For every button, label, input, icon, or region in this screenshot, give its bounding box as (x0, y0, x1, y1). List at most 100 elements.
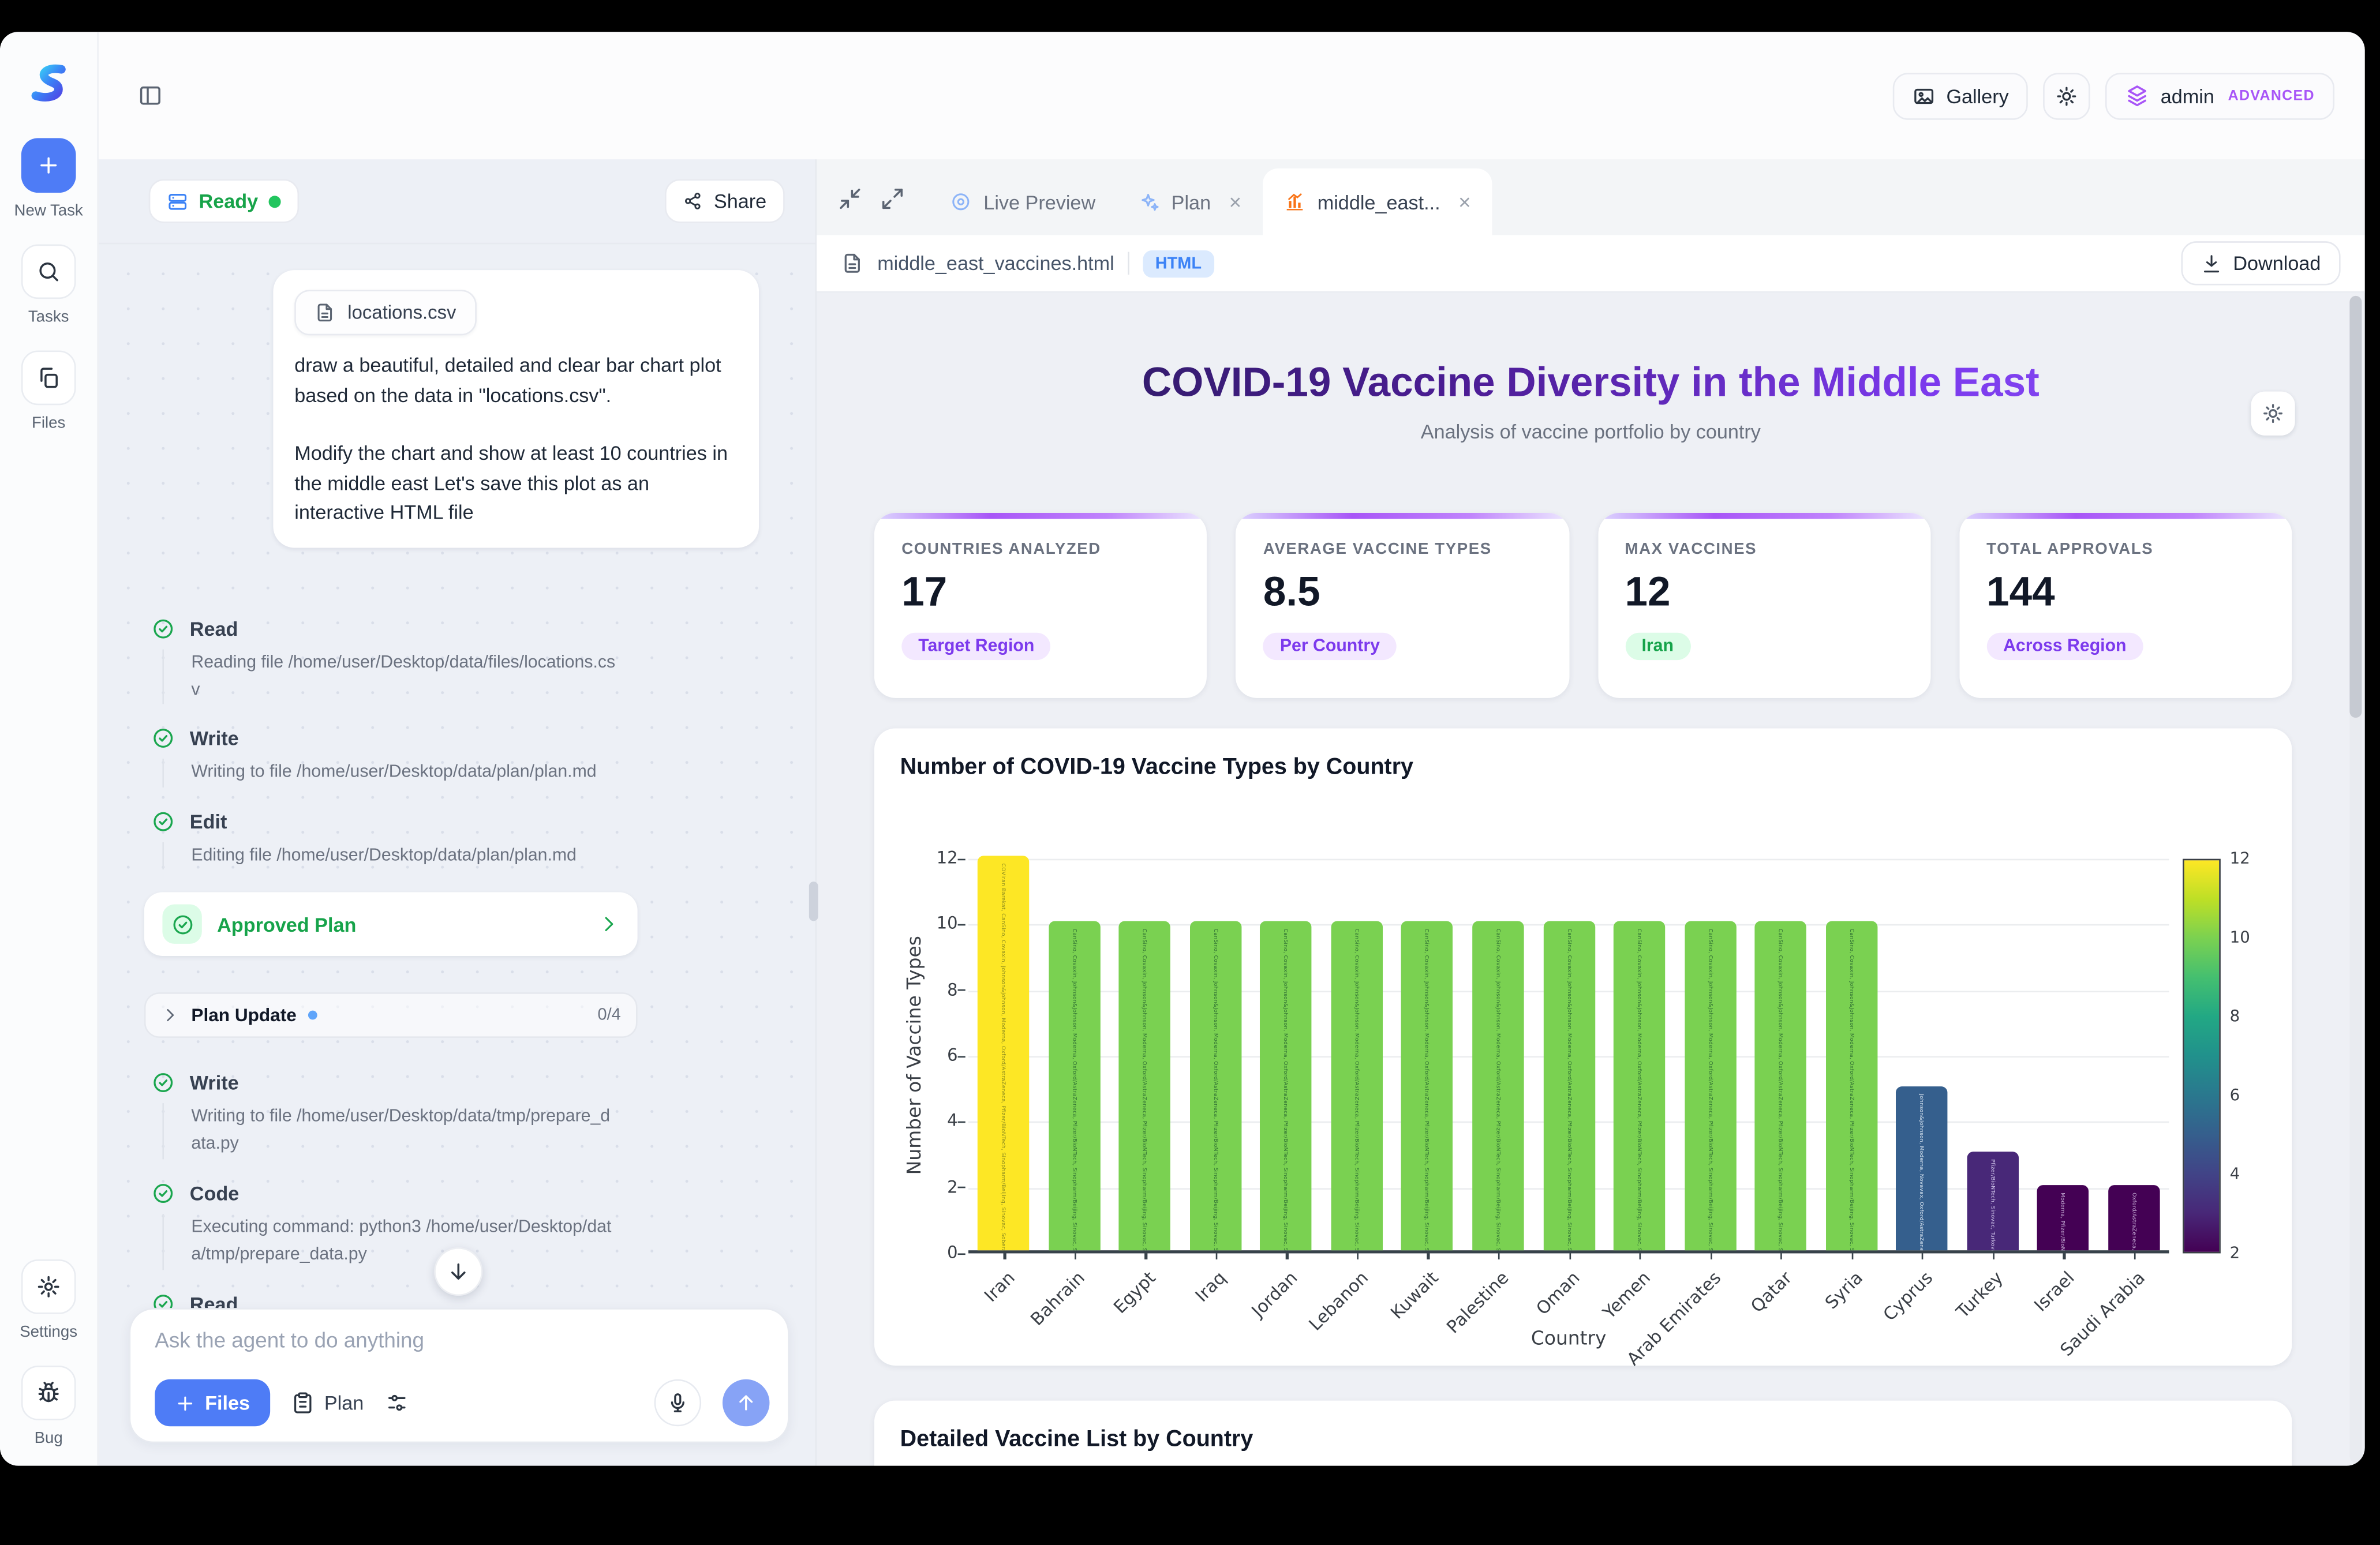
x-tick-label: Kuwait (1386, 1267, 1442, 1323)
bar-saudi-arabia[interactable]: Oxford/AstraZeneca, Pfizer/BioNTech (2108, 1184, 2160, 1250)
bar-inline-label: CanSino, Covaxin, Johnson&Johnson, Moder… (1354, 929, 1360, 1251)
task-step[interactable]: Read Reading file /home/user/Desktop/dat… (152, 1292, 645, 1308)
panel-resize-handle[interactable] (809, 882, 818, 921)
bar-arab-emirates[interactable]: CanSino, Covaxin, Johnson&Johnson, Moder… (1684, 921, 1735, 1250)
x-tick-label: Egypt (1109, 1267, 1160, 1318)
new-task-button[interactable] (21, 138, 76, 193)
theme-toggle-button[interactable] (2044, 72, 2091, 119)
task-step[interactable]: Edit Editing file /home/user/Desktop/dat… (152, 810, 645, 870)
bar-palestine[interactable]: CanSino, Covaxin, Johnson&Johnson, Moder… (1472, 921, 1524, 1250)
gallery-button[interactable]: Gallery (1893, 72, 2029, 119)
tab-middle-east-[interactable]: middle_east...× (1263, 168, 1492, 235)
task-step[interactable]: Code Executing command: python3 /home/us… (152, 1182, 645, 1269)
bar-jordan[interactable]: CanSino, Covaxin, Johnson&Johnson, Moder… (1260, 921, 1312, 1250)
send-button[interactable] (723, 1379, 770, 1427)
sidebar-item-tasks[interactable]: Tasks (21, 244, 76, 326)
colorbar-tick-label: 2 (2230, 1244, 2240, 1263)
mic-icon (667, 1392, 689, 1414)
sliders-icon[interactable] (385, 1392, 407, 1414)
bar-cyprus[interactable]: Johnson&Johnson, Moderna, Novavax, Oxfor… (1896, 1086, 1947, 1250)
approved-plan-label: Approved Plan (217, 913, 356, 935)
tasks-button[interactable] (21, 244, 76, 299)
share-button[interactable]: Share (665, 179, 785, 223)
files-button[interactable] (21, 351, 76, 406)
add-files-button[interactable]: Files (155, 1379, 270, 1427)
x-tick-mark (1993, 1253, 1994, 1259)
files-icon (36, 366, 61, 390)
step-title: Code (190, 1182, 239, 1204)
task-step[interactable]: Write Writing to file /home/user/Desktop… (152, 1071, 645, 1159)
page-title: COVID-19 Vaccine Diversity in the Middle… (817, 359, 2365, 407)
maximize-icon[interactable] (880, 187, 904, 211)
task-step[interactable]: Read Reading file /home/user/Desktop/dat… (152, 617, 645, 704)
vaccine-list-card: Detailed Vaccine List by Country (874, 1401, 2292, 1466)
y-tick-label: 10 (906, 914, 957, 933)
x-tick-mark (2134, 1253, 2135, 1259)
approved-plan-card[interactable]: Approved Plan (144, 892, 638, 956)
bar-israel[interactable]: Moderna, Pfizer/BioNTech (2037, 1184, 2089, 1250)
sidebar-item-settings[interactable]: Settings (20, 1259, 77, 1341)
scroll-to-bottom-button[interactable] (434, 1247, 482, 1296)
chat-input[interactable] (155, 1327, 769, 1352)
app-logo-icon[interactable] (26, 62, 72, 114)
bar-egypt[interactable]: CanSino, Covaxin, Johnson&Johnson, Moder… (1119, 921, 1170, 1250)
bar-lebanon[interactable]: CanSino, Covaxin, Johnson&Johnson, Moder… (1331, 921, 1382, 1250)
tab-label: Plan (1172, 190, 1211, 213)
bar-bahrain[interactable]: CanSino, Covaxin, Johnson&Johnson, Moder… (1049, 921, 1100, 1250)
status-pill[interactable]: Ready (149, 179, 299, 223)
x-tick-mark (1427, 1253, 1429, 1259)
sidebar-item-new-task[interactable]: New Task (14, 138, 83, 220)
x-tick-label: Turkey (1952, 1267, 2008, 1322)
scrollbar-track[interactable] (2349, 296, 2362, 1463)
user-message: locations.csv draw a beautiful, detailed… (273, 270, 759, 547)
settings-button[interactable] (21, 1259, 76, 1314)
chat-scroll-area[interactable]: locations.csv draw a beautiful, detailed… (99, 244, 815, 1308)
stat-accent-bar (874, 513, 1207, 519)
plan-mode-button[interactable]: Plan (291, 1392, 364, 1414)
stat-badge: Iran (1625, 633, 1690, 660)
sidebar-toggle-icon[interactable] (138, 84, 162, 108)
stat-card: AVERAGE VACCINE TYPES 8.5 Per Country (1236, 513, 1569, 698)
bar-syria[interactable]: CanSino, Covaxin, Johnson&Johnson, Moder… (1825, 921, 1877, 1250)
share-label: Share (714, 190, 766, 212)
bar-iraq[interactable]: CanSino, Covaxin, Johnson&Johnson, Moder… (1190, 921, 1241, 1250)
user-menu-button[interactable]: admin ADVANCED (2106, 72, 2334, 119)
minimize-icon[interactable] (838, 187, 862, 211)
download-button[interactable]: Download (2181, 241, 2341, 285)
stat-card: TOTAL APPROVALS 144 Across Region (1959, 513, 2292, 698)
close-tab-icon[interactable]: × (1458, 190, 1471, 214)
colorbar: 12108642 (2183, 859, 2221, 1254)
plan-update-row[interactable]: Plan Update 0/4 (144, 992, 638, 1038)
bar-qatar[interactable]: CanSino, Covaxin, Johnson&Johnson, Moder… (1755, 921, 1806, 1250)
bar-turkey[interactable]: Pfizer/BioNTech, Sinovac, Turkovac (1967, 1152, 2018, 1250)
settings-label: Settings (20, 1323, 77, 1341)
tab-plan[interactable]: Plan × (1117, 168, 1263, 235)
task-step[interactable]: Write Writing to file /home/user/Desktop… (152, 727, 645, 787)
bar-oman[interactable]: CanSino, Covaxin, Johnson&Johnson, Moder… (1543, 921, 1595, 1250)
bar-inline-label: CanSino, Covaxin, Johnson&Johnson, Moder… (1213, 929, 1219, 1251)
file-name[interactable]: middle_east_vaccines.html (877, 252, 1114, 275)
stat-label: MAX VACCINES (1625, 540, 1903, 558)
colorbar-tick-label: 12 (2230, 850, 2250, 868)
chat-header: Ready Share (99, 159, 815, 244)
sidebar-item-bug[interactable]: Bug (21, 1366, 76, 1447)
bar-iran[interactable]: COVIran Barekat, CanSino, Covaxin, Johns… (978, 856, 1029, 1250)
y-tick-label: 6 (906, 1045, 957, 1065)
stat-badge: Per Country (1263, 633, 1397, 660)
attachment-chip[interactable]: locations.csv (294, 290, 476, 335)
tab-live-preview[interactable]: Live Preview (929, 168, 1117, 235)
x-tick-label: Cyprus (1878, 1267, 1937, 1325)
close-tab-icon[interactable]: × (1229, 190, 1242, 214)
bar-yemen[interactable]: CanSino, Covaxin, Johnson&Johnson, Moder… (1614, 921, 1665, 1250)
approved-check-badge (162, 905, 201, 944)
step-title: Edit (190, 810, 227, 832)
page-theme-button[interactable] (2251, 392, 2295, 436)
bug-label: Bug (35, 1430, 63, 1448)
mic-button[interactable] (654, 1379, 702, 1427)
colorbar-gradient (2183, 859, 2221, 1254)
bar-kuwait[interactable]: CanSino, Covaxin, Johnson&Johnson, Moder… (1402, 921, 1453, 1250)
scrollbar-thumb[interactable] (2349, 296, 2362, 718)
bug-button[interactable] (21, 1366, 76, 1420)
stat-card: COUNTRIES ANALYZED 17 Target Region (874, 513, 1207, 698)
sidebar-item-files[interactable]: Files (21, 351, 76, 433)
